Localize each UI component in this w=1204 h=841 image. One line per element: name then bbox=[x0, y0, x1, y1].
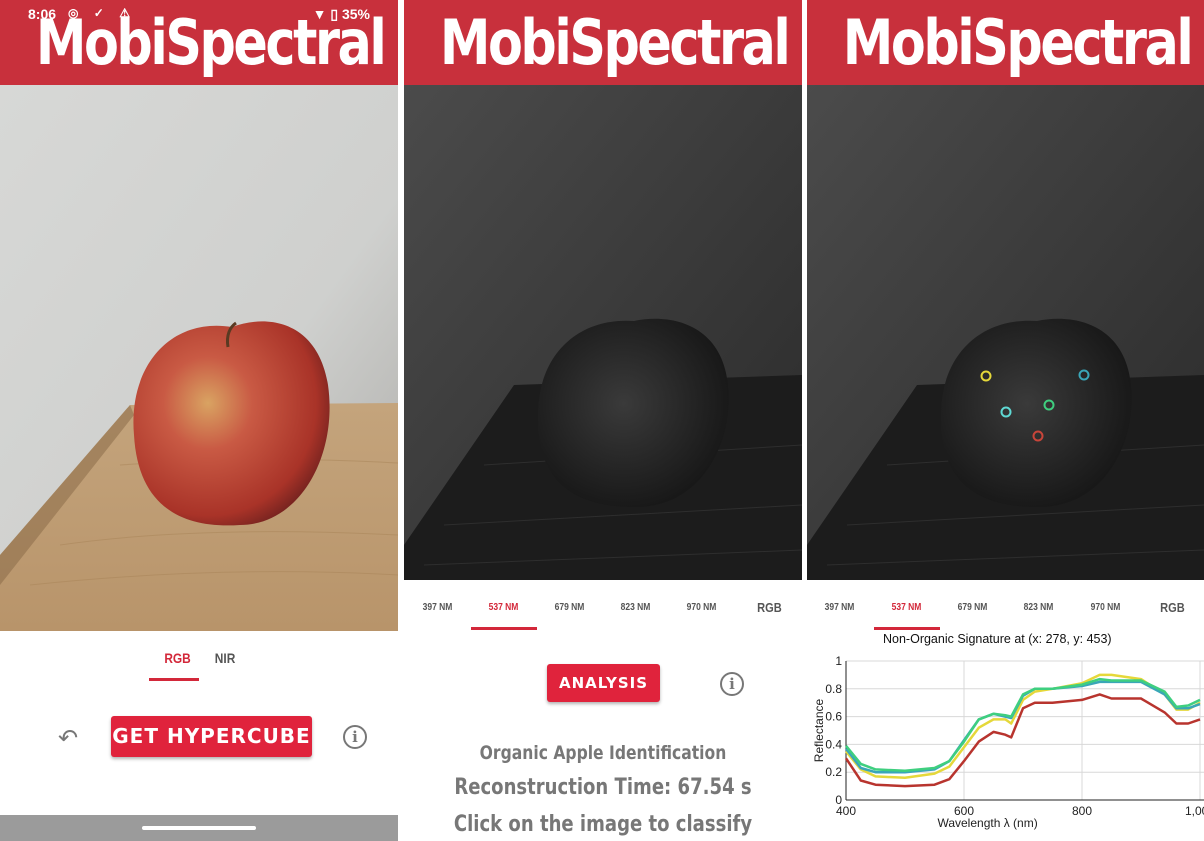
tab-nir[interactable]: NIR bbox=[215, 650, 236, 666]
system-nav-bar bbox=[0, 815, 398, 841]
y-tick-label: 0.6 bbox=[825, 710, 842, 724]
band-537nm[interactable]: 537 NM bbox=[892, 602, 922, 613]
status-bar: 8:06 ◎ ✓ ⚠ ▼ ▯ 35% bbox=[28, 6, 370, 24]
band-selector: 397 NM 537 NM 679 NM 823 NM 970 NM RGB bbox=[404, 590, 802, 630]
band-image[interactable] bbox=[404, 85, 802, 580]
y-tick-label: 0.8 bbox=[825, 682, 842, 696]
band-397nm[interactable]: 397 NM bbox=[423, 602, 453, 613]
status-time: 8:06 bbox=[28, 6, 57, 22]
analysis-button[interactable]: ANALYSIS bbox=[547, 664, 660, 702]
y-tick-label: 0.2 bbox=[825, 765, 842, 779]
band-397nm[interactable]: 397 NM bbox=[825, 602, 855, 613]
chart-title: Non-Organic Signature at (x: 278, y: 453… bbox=[883, 632, 1112, 646]
series-line-0 bbox=[845, 673, 1201, 780]
y-tick-label: 1 bbox=[835, 654, 842, 668]
status-right: ▼ ▯ 35% bbox=[313, 6, 370, 23]
band-679nm[interactable]: 679 NM bbox=[555, 602, 585, 613]
band-679nm[interactable]: 679 NM bbox=[958, 602, 988, 613]
get-hypercube-button[interactable]: GET HYPERCUBE bbox=[111, 716, 312, 757]
band-rgb[interactable]: RGB bbox=[1160, 600, 1185, 615]
battery-level: 35% bbox=[341, 6, 370, 22]
screen-signature: MobiSpectral 397 NM 537 NM 679 NM 823 NM… bbox=[807, 0, 1204, 841]
active-band-indicator bbox=[471, 627, 537, 630]
reflectance-chart: 00.20.40.60.814006008001,000ReflectanceW… bbox=[812, 654, 1204, 830]
band-image-with-markers[interactable] bbox=[807, 85, 1204, 580]
camera-preview-image[interactable] bbox=[0, 85, 398, 631]
band-rgb[interactable]: RGB bbox=[757, 600, 782, 615]
series-line-2 bbox=[845, 677, 1201, 773]
app-logo: MobiSpectral bbox=[842, 6, 1194, 79]
app-header: MobiSpectral bbox=[404, 0, 802, 85]
battery-icon: ▯ bbox=[330, 6, 339, 22]
band-970nm[interactable]: 970 NM bbox=[1091, 602, 1121, 613]
screen-reconstruction: MobiSpectral 397 NM 537 NM 679 NM 823 NM… bbox=[404, 0, 802, 841]
tab-rgb[interactable]: RGB bbox=[164, 650, 190, 666]
info-icon[interactable]: i bbox=[343, 725, 367, 749]
active-tab-indicator bbox=[149, 678, 199, 681]
band-970nm[interactable]: 970 NM bbox=[687, 602, 717, 613]
y-tick-label: 0.4 bbox=[825, 737, 842, 751]
home-gesture-handle[interactable] bbox=[142, 826, 256, 830]
y-axis-label: Reflectance bbox=[812, 698, 826, 762]
info-title: Organic Apple Identification bbox=[479, 742, 727, 764]
app-header: MobiSpectral bbox=[807, 0, 1204, 85]
wifi-icon: ▼ bbox=[312, 6, 327, 22]
band-537nm[interactable]: 537 NM bbox=[489, 602, 519, 613]
info-icon[interactable]: i bbox=[720, 672, 744, 696]
app-logo: MobiSpectral bbox=[439, 6, 791, 79]
band-823nm[interactable]: 823 NM bbox=[621, 602, 651, 613]
active-band-indicator bbox=[874, 627, 940, 630]
undo-arrow-icon[interactable]: ↶ bbox=[58, 724, 78, 753]
panel-gap bbox=[802, 0, 807, 841]
band-823nm[interactable]: 823 NM bbox=[1024, 602, 1054, 613]
status-notification-icons: ◎ ✓ ⚠ bbox=[68, 6, 136, 20]
screen-capture: MobiSpectral 8:06 ◎ ✓ ⚠ ▼ ▯ 35% RGB NIR … bbox=[0, 0, 398, 841]
panel-gap bbox=[398, 0, 404, 841]
reconstruction-time: Reconstruction Time: 67.54 s bbox=[454, 775, 752, 800]
band-selector: 397 NM 537 NM 679 NM 823 NM 970 NM RGB bbox=[807, 590, 1204, 630]
